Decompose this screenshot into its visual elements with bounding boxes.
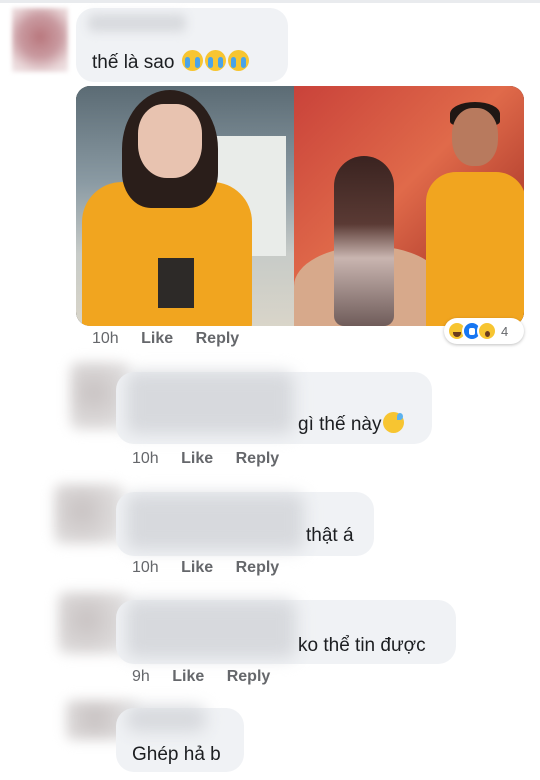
commenter-name-blurred[interactable]	[126, 494, 304, 550]
reaction-summary[interactable]: 4	[444, 318, 524, 344]
grinning-sweat-face-icon	[383, 412, 405, 433]
like-button[interactable]: Like	[141, 330, 173, 347]
crying-face-icon	[204, 50, 226, 71]
comment-time[interactable]: 10h	[92, 330, 119, 347]
like-button[interactable]: Like	[181, 559, 213, 576]
comment-actions: 10h Like Reply	[132, 450, 297, 468]
commenter-name-blurred[interactable]	[126, 600, 296, 658]
comment-time[interactable]: 9h	[132, 668, 150, 685]
comment-text-content: Ghép hả b	[132, 744, 221, 765]
reply-button[interactable]: Reply	[196, 330, 240, 347]
comment-text-content: thế là sao	[92, 52, 175, 73]
comment-actions: 9h Like Reply	[132, 668, 288, 686]
photo-left-panel	[76, 86, 294, 326]
comment-photo[interactable]	[76, 86, 524, 326]
comment-text: thế là sao	[92, 50, 249, 74]
commenter-avatar[interactable]	[12, 8, 68, 72]
comment-time[interactable]: 10h	[132, 450, 159, 467]
girl-figure	[334, 156, 394, 326]
like-button[interactable]: Like	[181, 450, 213, 467]
photo-right-panel	[294, 86, 524, 326]
commenter-avatar-blurred[interactable]	[54, 484, 124, 544]
comment-text: ko thể tin được	[298, 635, 426, 657]
top-divider	[0, 0, 540, 3]
crying-face-icon	[227, 50, 249, 71]
reaction-count: 4	[501, 323, 509, 339]
comment-text: thật á	[306, 525, 354, 547]
wow-reaction-icon	[477, 321, 497, 341]
commenter-name-blurred[interactable]	[126, 372, 294, 434]
comment-text: gì thế này	[298, 412, 405, 436]
comment-actions: 10h Like Reply	[132, 559, 297, 577]
shirt-print	[158, 258, 194, 308]
commenter-name-blurred[interactable]	[88, 14, 186, 32]
reply-button[interactable]: Reply	[227, 668, 271, 685]
man-head	[452, 108, 498, 166]
reply-button[interactable]: Reply	[236, 450, 280, 467]
reply-button[interactable]: Reply	[236, 559, 280, 576]
man-yellow-shirt	[426, 172, 524, 326]
crying-face-icon	[181, 50, 203, 71]
face	[138, 104, 202, 178]
comment-text-content: gì thế này	[298, 414, 382, 435]
commenter-name-blurred[interactable]	[126, 706, 206, 732]
comment-text-content: thật á	[306, 525, 354, 546]
like-button[interactable]: Like	[172, 668, 204, 685]
comment-actions: 10h Like Reply	[92, 330, 257, 348]
comment-text-content: ko thể tin được	[298, 635, 426, 656]
comment-time[interactable]: 10h	[132, 559, 159, 576]
comment-text: Ghép hả b	[132, 744, 221, 766]
